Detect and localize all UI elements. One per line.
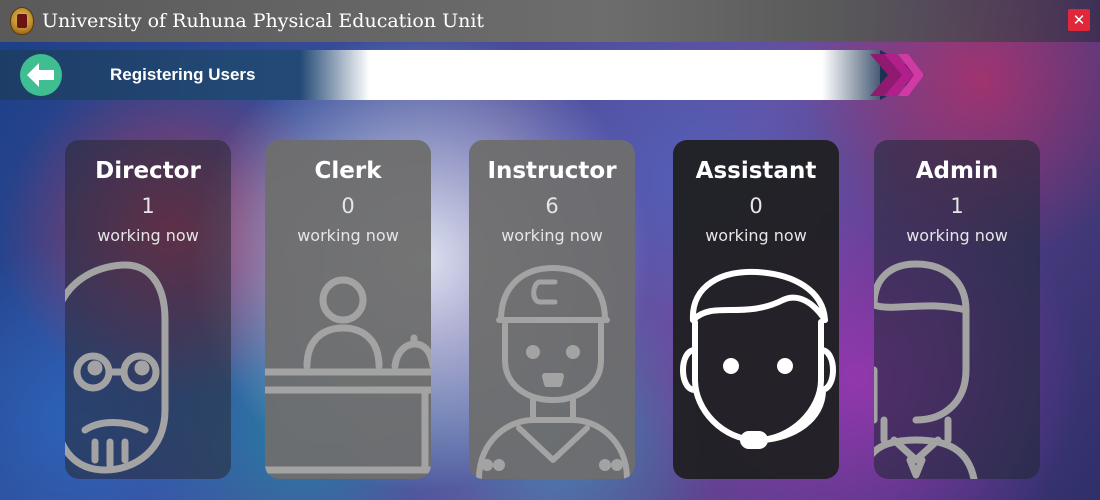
director-avatar-icon [65,261,169,474]
card-count: 6 [545,194,559,218]
card-role-label: Clerk [314,158,382,184]
back-button[interactable] [20,54,62,96]
window-title: University of Ruhuna Physical Education … [42,10,485,32]
chevrons-icon [870,54,924,96]
arrow-left-icon [27,63,54,87]
admin-person-icon [874,260,978,479]
card-role-label: Admin [915,158,999,184]
card-count: 0 [341,194,355,218]
admin-card[interactable]: Admin 1 working now [874,140,1040,479]
assistant-card[interactable]: Assistant 0 working now [673,140,839,479]
card-count: 1 [141,194,155,218]
close-button[interactable]: ✕ [1068,9,1090,31]
banner-highlight [300,50,880,100]
instructor-cap-icon [476,265,630,479]
card-count: 0 [749,194,763,218]
card-status-label: working now [97,226,199,245]
university-logo-icon [10,7,34,35]
card-role-label: Assistant [695,158,817,184]
card-role-label: Director [95,158,201,184]
page-title: Registering Users [110,65,256,84]
card-status-label: working now [297,226,399,245]
headset-assistant-icon [680,268,836,449]
card-role-label: Instructor [487,158,617,184]
card-status-label: working now [705,226,807,245]
director-card[interactable]: Director 1 working now [65,140,231,479]
clerk-desk-icon [265,276,431,474]
instructor-card[interactable]: Instructor 6 working now [469,140,635,479]
title-bar: University of Ruhuna Physical Education … [0,0,1100,42]
card-status-label: working now [501,226,603,245]
header-banner: Registering Users [0,50,925,100]
card-status-label: working now [906,226,1008,245]
clerk-card[interactable]: Clerk 0 working now [265,140,431,479]
card-count: 1 [950,194,964,218]
